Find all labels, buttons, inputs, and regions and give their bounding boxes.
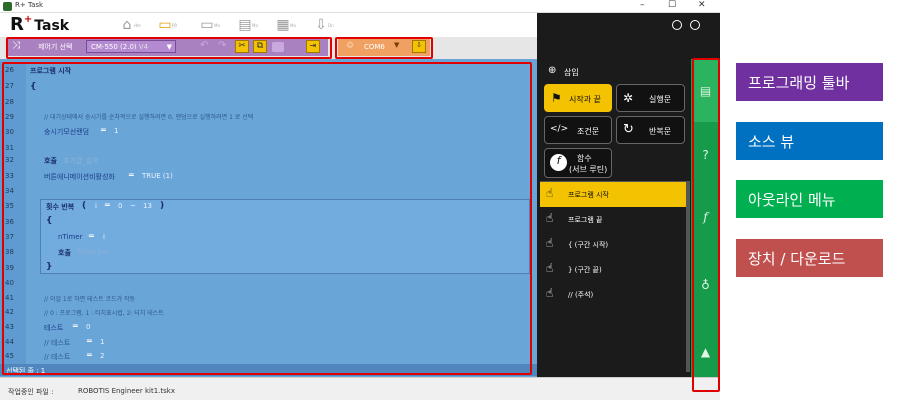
function-label: 함수 [577,154,592,163]
function-button[interactable]: f 함수 (서브 루틴) [544,148,612,178]
list-item[interactable]: ☝ } (구간 끝) [540,257,690,282]
refresh-icon: ↻ [623,122,634,137]
list-item-label: 프로그램 끝 [568,216,603,224]
working-file-name: ROBOTIS Engineer kit1.tskx [78,387,175,395]
close-button[interactable]: ✕ [698,0,706,10]
footer-bar: 작업중인 파일 : ROBOTIS Engineer kit1.tskx [0,377,720,400]
scrollbar[interactable] [686,182,690,372]
exec-button[interactable]: ✲ 실행문 [616,84,685,112]
app-logo: R+ Task [10,14,70,35]
hand-pointer-icon: ☝ [546,211,554,225]
insert-label: 삽입 [564,68,579,77]
info-icon[interactable] [672,20,682,30]
monitor-active-icon[interactable]: ▭ PR [154,17,177,35]
list-item-label: { (구간 시작) [568,241,609,249]
monitor-icon[interactable]: ▭ Mo [196,17,220,35]
hand-pointer-icon: ☝ [546,286,554,300]
source-view-highlight [2,62,532,375]
plus-circle-icon: ⊕ [548,65,557,76]
hand-pointer-icon: ☝ [546,236,554,250]
code-bracket-icon: </> [550,124,569,134]
list-item[interactable]: ☝ 프로그램 시작 [540,182,690,207]
toolbar-highlight [6,37,332,59]
list-item[interactable]: ☝ { (구간 시작) [540,232,690,257]
maximize-button[interactable]: ☐ [668,0,676,10]
list-item[interactable]: ☝ // (주석) [540,282,690,307]
legend-outline-menu: 아웃라인 메뉴 [736,180,883,218]
function-sublabel: (서브 루틴) [569,165,608,174]
legend-programming-toolbar: 프로그래밍 툴바 [736,63,883,101]
app-icon [3,2,12,11]
working-file-label: 작업중인 파일 : [8,388,54,396]
start-end-button[interactable]: ⚑ 시작과 끝 [544,84,612,112]
download-icon[interactable]: ⇩ Dn [310,17,334,35]
device-highlight [335,37,433,59]
film-icon[interactable]: ▤ Mo [234,17,258,35]
flag-icon: ⚑ [551,91,562,105]
list-item-label: // (주석) [568,291,594,299]
legend-device-download: 장치 / 다운로드 [736,239,883,277]
title-bar: R+ Task – ☐ ✕ [0,0,720,13]
list-item-label: 프로그램 시작 [568,191,609,199]
condition-button[interactable]: </> 조건문 [544,116,612,144]
clapper-icon[interactable]: ▦ Mo [272,17,296,35]
home-icon[interactable]: ⌂ Hm [116,17,141,35]
hand-pointer-icon: ☝ [546,186,554,200]
exec-label: 실행문 [649,95,672,104]
list-item-label: } (구간 끝) [568,266,602,274]
list-item[interactable]: ☝ 프로그램 끝 [540,207,690,232]
hand-pointer-icon: ☝ [546,261,554,275]
start-end-label: 시작과 끝 [569,95,601,104]
condition-label: 조건문 [577,127,600,136]
spinner-icon: ✲ [623,91,634,105]
minimize-button[interactable]: – [640,0,645,10]
main-toolbar [0,13,537,37]
legend-source-view: 소스 뷰 [736,122,883,160]
sidebar-highlight [692,58,720,392]
user-icon[interactable] [690,20,700,30]
window-title: R+ Task [15,1,44,9]
function-icon: f [550,154,567,171]
loop-button[interactable]: ↻ 반복문 [616,116,685,144]
loop-label: 반복문 [649,127,672,136]
